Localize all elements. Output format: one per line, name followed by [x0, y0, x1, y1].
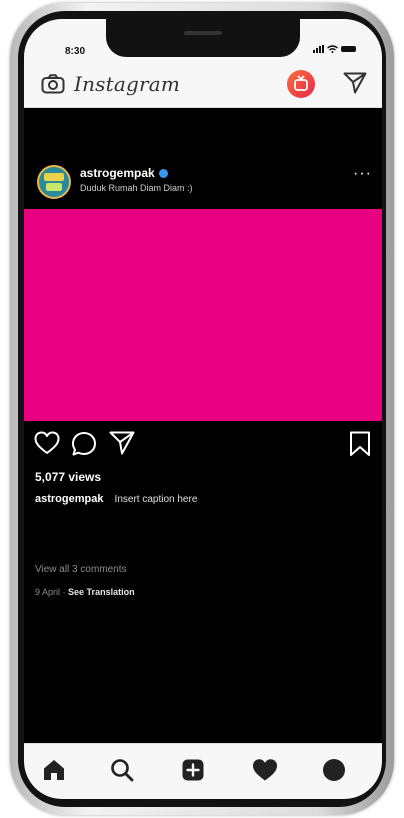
meta-separator: ·: [62, 587, 66, 597]
post-header: astrogempak: [80, 166, 168, 180]
caption-username[interactable]: astrogempak: [35, 493, 103, 505]
phone-notch: [106, 19, 300, 57]
view-comments-link[interactable]: View all 3 comments: [35, 564, 127, 575]
profile-icon[interactable]: [322, 758, 346, 782]
wifi-icon: [327, 45, 338, 53]
status-icons: [313, 45, 356, 53]
battery-icon: [341, 46, 356, 52]
post-caption: astrogempak Insert caption here: [35, 493, 197, 505]
avatar[interactable]: [37, 165, 71, 199]
see-translation-link[interactable]: See Translation: [68, 587, 135, 597]
camera-icon[interactable]: [41, 74, 65, 94]
post-username[interactable]: astrogempak: [80, 166, 155, 180]
phone-screen: 8:30 Instagram astrogempak Duduk Rumah D…: [24, 19, 382, 799]
feed: astrogempak Duduk Rumah Diam Diam :) ···…: [24, 108, 382, 744]
speaker-grille: [184, 31, 222, 35]
search-icon[interactable]: [110, 758, 134, 782]
status-time: 8:30: [65, 46, 86, 57]
views-count[interactable]: 5,077 views: [35, 470, 101, 484]
post-actions: [24, 431, 382, 459]
post-media[interactable]: [24, 209, 382, 421]
heart-icon[interactable]: [34, 431, 60, 455]
share-icon[interactable]: [109, 431, 135, 455]
post-date: 9 April: [35, 587, 61, 597]
post-meta: 9 April · See Translation: [35, 587, 135, 597]
direct-send-icon[interactable]: [343, 72, 367, 94]
comment-icon[interactable]: [71, 431, 97, 457]
home-icon[interactable]: [42, 758, 66, 782]
bottom-nav: [24, 743, 382, 799]
new-post-icon[interactable]: [181, 758, 205, 782]
more-options-icon[interactable]: ···: [353, 166, 372, 182]
top-nav: Instagram: [24, 57, 382, 108]
verified-badge-icon: [158, 168, 168, 178]
igtv-icon[interactable]: [287, 70, 315, 98]
signal-icon: [313, 45, 324, 53]
post-location[interactable]: Duduk Rumah Diam Diam :): [80, 183, 193, 193]
instagram-wordmark: Instagram: [74, 72, 181, 96]
caption-text: Insert caption here: [114, 494, 198, 505]
bookmark-icon[interactable]: [349, 431, 371, 457]
activity-heart-icon[interactable]: [252, 758, 278, 782]
